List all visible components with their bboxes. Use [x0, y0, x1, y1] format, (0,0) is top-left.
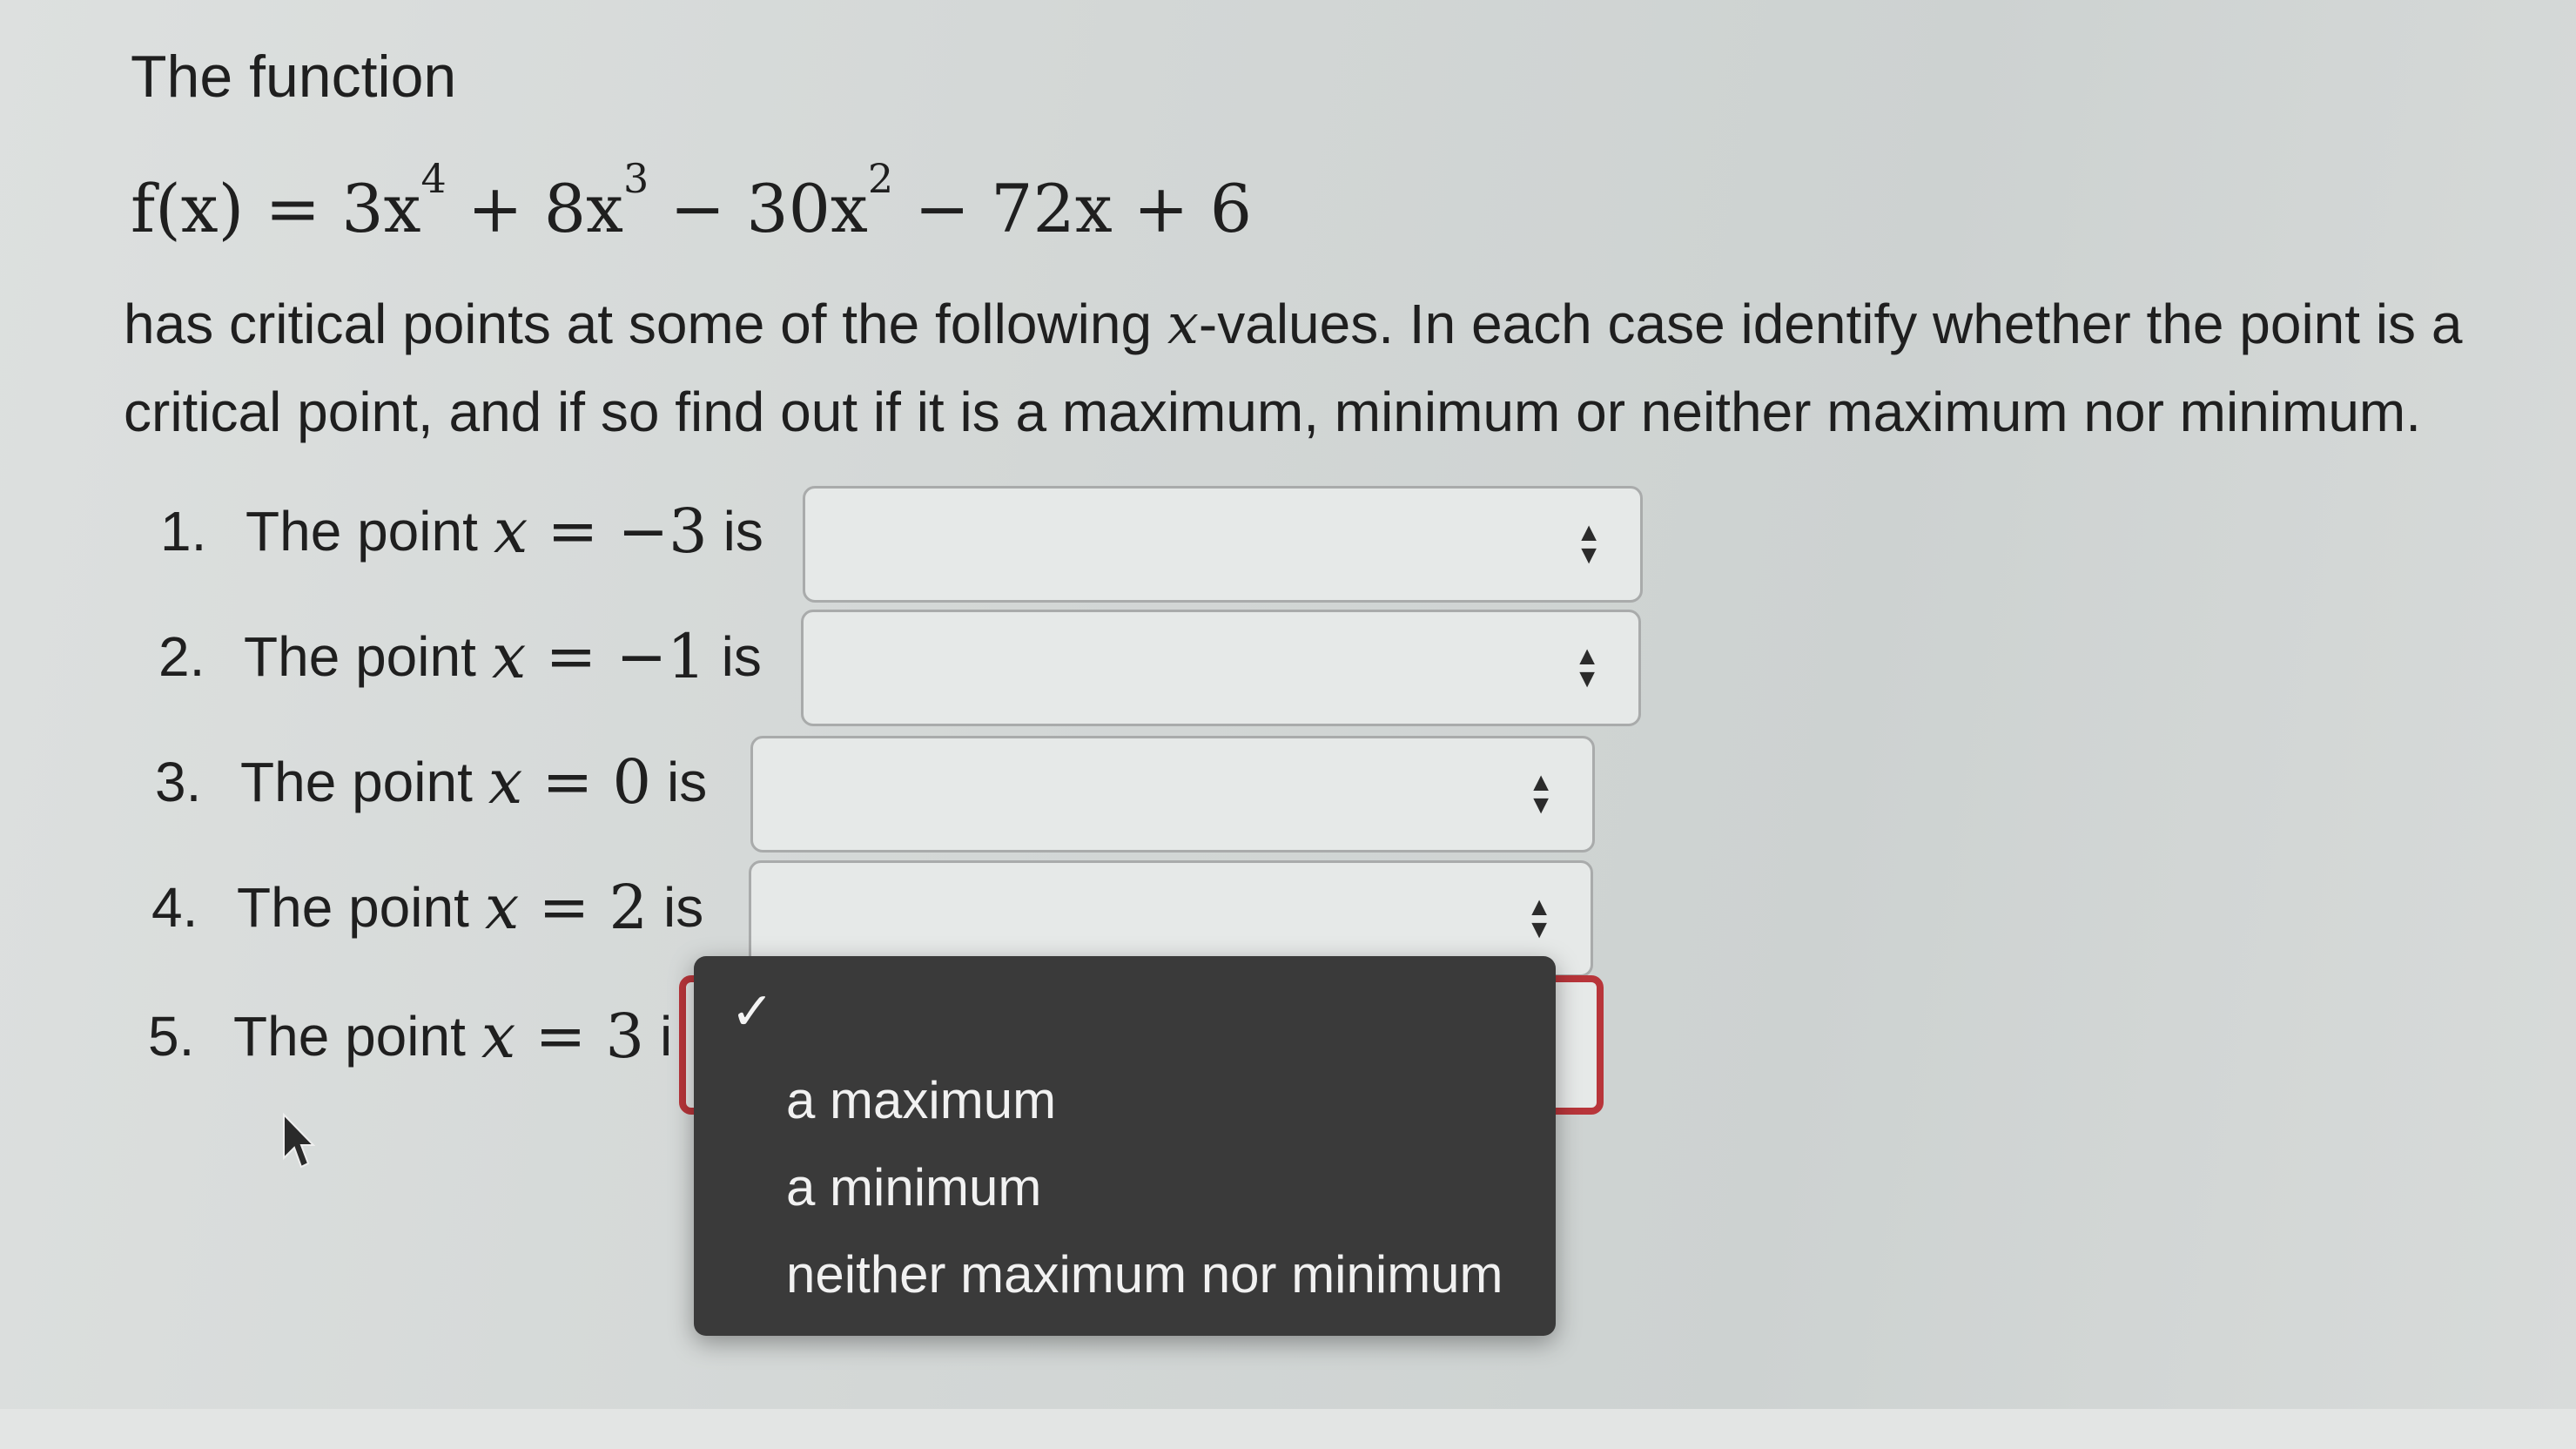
item-number: 5. — [148, 1005, 195, 1068]
formula-part-3: − 30x — [649, 170, 868, 247]
formula-part-1: f(x) = 3x — [131, 170, 421, 247]
item-suffix: is — [667, 751, 708, 813]
up-down-arrows-icon: ▲ ▼ — [1526, 893, 1552, 944]
item-suffix: i — [660, 1005, 673, 1068]
item-equation-value: = −3 — [528, 495, 708, 567]
answer-select-2[interactable]: ▲ ▼ — [801, 610, 1641, 726]
item-prefix: The point — [237, 876, 469, 939]
item-equation: x = 2 — [485, 872, 648, 943]
item-equation: x = 3 — [481, 1001, 644, 1072]
mouse-pointer-icon — [283, 1113, 315, 1169]
question-item-1: 1. The point x = −3 is — [160, 470, 763, 592]
item-variable: x — [491, 621, 527, 692]
item-equation: x = −1 — [492, 621, 706, 692]
item-number: 1. — [160, 500, 207, 563]
dropdown-option-neither[interactable]: neither maximum nor minimum — [786, 1240, 1503, 1310]
item-prefix: The point — [240, 751, 473, 813]
dropdown-option-maximum[interactable]: a maximum — [786, 1066, 1056, 1136]
item-prefix: The point — [244, 625, 476, 688]
item-prefix: The point — [245, 500, 478, 563]
item-equation-value: = 3 — [515, 1001, 645, 1072]
item-prefix: The point — [233, 1005, 466, 1068]
function-formula: f(x) = 3x4 + 8x3 − 30x2 − 72x + 6 — [131, 158, 1253, 253]
item-variable: x — [481, 1001, 516, 1072]
item-number: 2. — [158, 625, 205, 688]
answer-select-1[interactable]: ▲ ▼ — [803, 486, 1643, 603]
intro-text: The function — [131, 44, 457, 110]
up-down-arrows-icon: ▲ ▼ — [1528, 768, 1554, 819]
item-equation-value: = 0 — [522, 746, 652, 818]
item-suffix: is — [723, 500, 763, 563]
item-variable: x — [493, 495, 528, 567]
item-equation: x = 0 — [488, 746, 651, 818]
formula-exponent-1: 4 — [420, 155, 447, 202]
item-number: 3. — [155, 751, 202, 813]
formula-part-4: − 72x + 6 — [893, 170, 1253, 247]
question-description: has critical points at some of the follo… — [124, 280, 2570, 455]
item-number: 4. — [151, 876, 198, 939]
question-page: The function f(x) = 3x4 + 8x3 − 30x2 − 7… — [0, 0, 2576, 1449]
item-equation-value: = 2 — [519, 872, 649, 943]
dropdown-option-minimum[interactable]: a minimum — [786, 1153, 1041, 1223]
item-variable: x — [488, 746, 523, 818]
item-suffix: is — [663, 876, 704, 939]
description-variable: x — [1167, 293, 1199, 357]
question-item-5: 5. The point x = 3 i — [148, 975, 672, 1097]
item-variable: x — [484, 872, 520, 943]
answer-select-3[interactable]: ▲ ▼ — [750, 736, 1595, 853]
description-part-1: has critical points at some of the follo… — [124, 293, 1167, 355]
question-item-4: 4. The point x = 2 is — [151, 846, 703, 968]
up-down-arrows-icon: ▲ ▼ — [1576, 518, 1602, 569]
formula-exponent-3: 2 — [867, 155, 894, 202]
question-item-2: 2. The point x = −1 is — [158, 596, 762, 718]
formula-part-2: + 8x — [446, 170, 624, 247]
up-down-arrows-icon: ▲ ▼ — [1574, 642, 1600, 693]
checkmark-icon: ✓ — [730, 981, 775, 1042]
question-item-3: 3. The point x = 0 is — [155, 721, 707, 843]
item-equation-value: = −1 — [526, 621, 706, 692]
item-equation: x = −3 — [494, 495, 708, 567]
item-suffix: is — [721, 625, 762, 688]
answer-dropdown-menu: ✓ a maximum a minimum neither maximum no… — [694, 956, 1556, 1336]
page-bottom-edge — [0, 1409, 2576, 1449]
formula-exponent-2: 3 — [623, 155, 649, 202]
